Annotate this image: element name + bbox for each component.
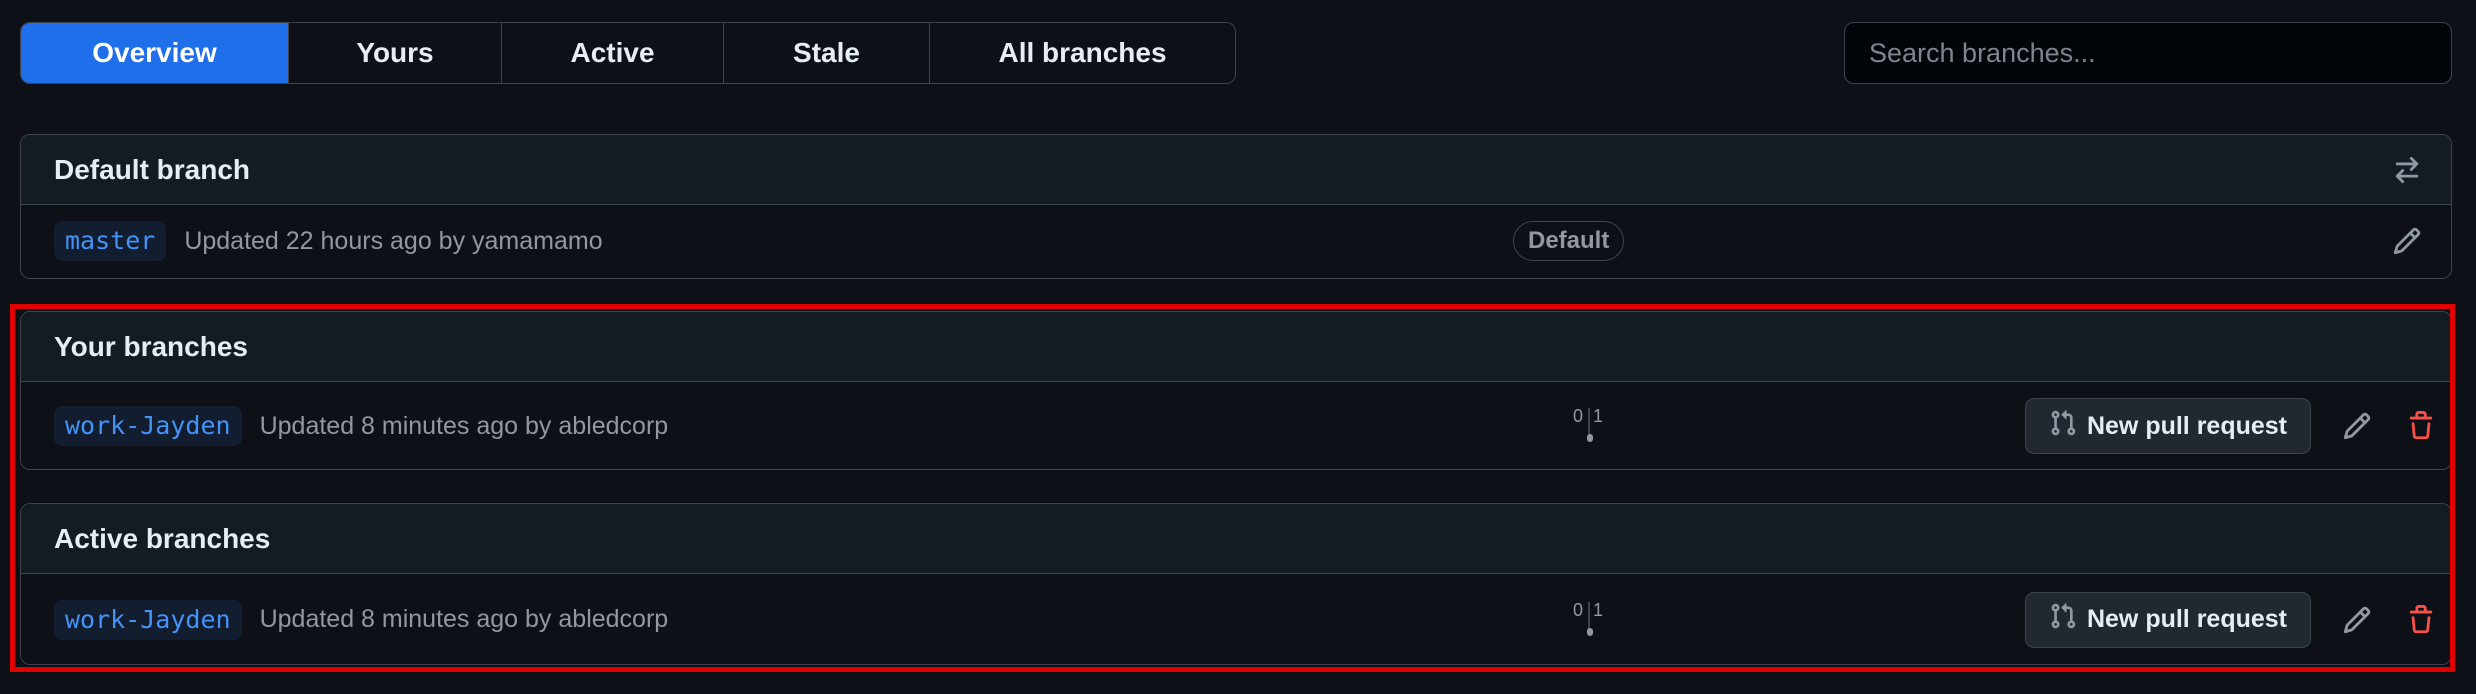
section-title: Default branch bbox=[54, 153, 251, 185]
ahead-count: 1 bbox=[1593, 406, 1604, 426]
branch-filter-tabs: Overview Yours Active Stale All branches bbox=[20, 22, 1236, 84]
behind-count: 0 bbox=[1573, 406, 1584, 426]
search-branches-input[interactable] bbox=[1844, 22, 2452, 84]
your-branches-header: Your branches bbox=[21, 312, 2451, 382]
ahead-behind-indicator: 0 1 bbox=[1573, 600, 1605, 640]
default-branch-box: Default branch master Updated 22 hours a… bbox=[20, 134, 2452, 279]
default-badge: Default bbox=[1513, 221, 1625, 261]
divider bbox=[1588, 408, 1590, 436]
ahead-bar bbox=[1587, 627, 1593, 636]
active-branches-box: Active branches work-Jayden Updated 8 mi… bbox=[20, 503, 2452, 665]
git-pull-request-icon bbox=[2049, 409, 2077, 444]
your-branches-box: Your branches work-Jayden Updated 8 minu… bbox=[20, 311, 2452, 470]
branch-updated-meta: Updated 8 minutes ago by abledcorp bbox=[259, 605, 669, 633]
git-pull-request-icon bbox=[2049, 602, 2077, 637]
tab-overview[interactable]: Overview bbox=[21, 23, 289, 83]
new-pull-request-label: New pull request bbox=[2086, 411, 2288, 440]
trash-icon[interactable] bbox=[2401, 406, 2441, 446]
branch-name-link[interactable]: work-Jayden bbox=[54, 599, 242, 640]
section-title: Your branches bbox=[54, 330, 248, 362]
pencil-icon[interactable] bbox=[2387, 221, 2427, 261]
branch-name-link[interactable]: work-Jayden bbox=[54, 406, 242, 446]
behind-count: 0 bbox=[1573, 599, 1584, 620]
default-branch-header: Default branch bbox=[21, 135, 2451, 205]
new-pull-request-button[interactable]: New pull request bbox=[2025, 398, 2311, 454]
section-title: Active branches bbox=[54, 522, 271, 554]
tab-stale[interactable]: Stale bbox=[724, 23, 930, 83]
tab-all-branches[interactable]: All branches bbox=[930, 23, 1235, 83]
pencil-icon[interactable] bbox=[2337, 600, 2377, 640]
trash-icon[interactable] bbox=[2401, 600, 2441, 640]
ahead-bar bbox=[1587, 434, 1593, 442]
arrow-switch-icon[interactable] bbox=[2387, 150, 2427, 190]
tab-active[interactable]: Active bbox=[502, 23, 724, 83]
new-pull-request-button[interactable]: New pull request bbox=[2025, 591, 2311, 648]
branch-row-work-jayden: work-Jayden Updated 8 minutes ago by abl… bbox=[21, 382, 2451, 469]
branch-name-link[interactable]: master bbox=[54, 221, 167, 261]
divider bbox=[1588, 601, 1590, 630]
active-branches-header: Active branches bbox=[21, 504, 2451, 574]
ahead-behind-indicator: 0 1 bbox=[1573, 406, 1605, 446]
ahead-count: 1 bbox=[1593, 599, 1604, 620]
branch-updated-meta: Updated 22 hours ago by yamamamo bbox=[184, 226, 603, 255]
branch-row-master: master Updated 22 hours ago by yamamamo … bbox=[21, 205, 2451, 277]
tab-yours[interactable]: Yours bbox=[289, 23, 502, 83]
new-pull-request-label: New pull request bbox=[2086, 605, 2288, 633]
branch-updated-meta: Updated 8 minutes ago by abledcorp bbox=[259, 411, 669, 440]
branch-row-work-jayden: work-Jayden Updated 8 minutes ago by abl… bbox=[21, 574, 2451, 664]
pencil-icon[interactable] bbox=[2337, 406, 2377, 446]
